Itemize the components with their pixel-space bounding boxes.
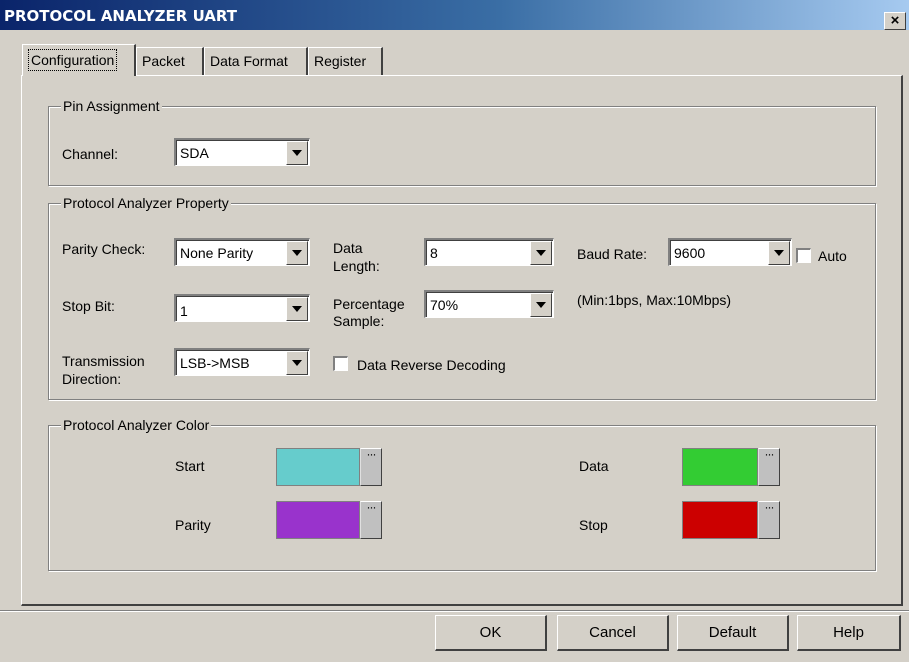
data-length-value: 8 bbox=[430, 245, 438, 261]
auto-checkbox[interactable] bbox=[796, 248, 811, 263]
data-color-swatch[interactable] bbox=[682, 448, 758, 486]
color-title: Protocol Analyzer Color bbox=[61, 417, 212, 433]
chevron-down-icon[interactable] bbox=[286, 297, 308, 321]
help-button[interactable]: Help bbox=[797, 615, 901, 651]
data-color-picker[interactable]: ··· bbox=[682, 448, 780, 486]
tab-configuration[interactable]: Configuration bbox=[22, 44, 136, 76]
footer-separator bbox=[0, 610, 909, 612]
percentage-sample-label-line2: Sample: bbox=[333, 313, 385, 329]
stop-color-label: Stop bbox=[579, 517, 608, 533]
stop-color-swatch[interactable] bbox=[682, 501, 758, 539]
stop-bit-value: 1 bbox=[180, 303, 188, 319]
chevron-down-icon[interactable] bbox=[530, 241, 552, 265]
baud-rate-select[interactable]: 9600 bbox=[668, 238, 792, 266]
parity-color-swatch[interactable] bbox=[276, 501, 360, 539]
pin-assignment-title: Pin Assignment bbox=[61, 98, 162, 114]
transmission-direction-label-line1: Transmission bbox=[62, 353, 145, 369]
color-group bbox=[48, 425, 876, 571]
baud-rate-value: 9600 bbox=[674, 245, 706, 261]
start-color-more-button[interactable]: ··· bbox=[360, 448, 382, 486]
transmission-direction-select[interactable]: LSB->MSB bbox=[174, 348, 310, 376]
close-icon: × bbox=[890, 12, 900, 29]
parity-check-value: None Parity bbox=[180, 245, 254, 261]
start-color-picker[interactable]: ··· bbox=[276, 448, 382, 486]
data-length-select[interactable]: 8 bbox=[424, 238, 554, 266]
data-color-more-button[interactable]: ··· bbox=[758, 448, 780, 486]
tab-data-format[interactable]: Data Format bbox=[204, 47, 308, 75]
channel-select[interactable]: SDA bbox=[174, 138, 310, 166]
stop-bit-select[interactable]: 1 bbox=[174, 294, 310, 322]
data-length-label-line1: Data bbox=[333, 240, 363, 256]
parity-color-label: Parity bbox=[175, 517, 211, 533]
chevron-down-icon[interactable] bbox=[768, 241, 790, 265]
data-reverse-checkbox[interactable] bbox=[333, 356, 348, 371]
chevron-down-icon[interactable] bbox=[530, 293, 552, 317]
channel-label: Channel: bbox=[62, 146, 119, 162]
parity-color-picker[interactable]: ··· bbox=[276, 501, 382, 539]
close-button[interactable]: × bbox=[884, 12, 906, 30]
stop-bit-label: Stop Bit: bbox=[62, 298, 115, 314]
chevron-down-icon[interactable] bbox=[286, 241, 308, 265]
transmission-direction-label-line2: Direction: bbox=[62, 371, 122, 387]
transmission-direction-value: LSB->MSB bbox=[180, 355, 250, 371]
chevron-down-icon[interactable] bbox=[286, 351, 308, 375]
parity-color-more-button[interactable]: ··· bbox=[360, 501, 382, 539]
parity-check-label: Parity Check: bbox=[62, 241, 146, 257]
tab-packet[interactable]: Packet bbox=[136, 47, 204, 75]
data-length-label-line2: Length: bbox=[333, 258, 380, 274]
percentage-sample-select[interactable]: 70% bbox=[424, 290, 554, 318]
percentage-sample-label-line1: Percentage bbox=[333, 296, 405, 312]
start-color-label: Start bbox=[175, 458, 205, 474]
chevron-down-icon[interactable] bbox=[286, 141, 308, 165]
percentage-sample-value: 70% bbox=[430, 297, 459, 313]
cancel-button[interactable]: Cancel bbox=[557, 615, 669, 651]
stop-color-picker[interactable]: ··· bbox=[682, 501, 780, 539]
start-color-swatch[interactable] bbox=[276, 448, 360, 486]
stop-color-more-button[interactable]: ··· bbox=[758, 501, 780, 539]
default-button[interactable]: Default bbox=[677, 615, 789, 651]
window-title: PROTOCOL ANALYZER UART bbox=[4, 7, 238, 25]
property-title: Protocol Analyzer Property bbox=[61, 195, 231, 211]
data-color-label: Data bbox=[579, 458, 609, 474]
baud-range-note: (Min:1bps, Max:10Mbps) bbox=[577, 292, 732, 308]
parity-check-select[interactable]: None Parity bbox=[174, 238, 310, 266]
baud-rate-label: Baud Rate: bbox=[577, 246, 648, 262]
ok-button[interactable]: OK bbox=[435, 615, 547, 651]
tab-register[interactable]: Register bbox=[308, 47, 383, 75]
data-reverse-label: Data Reverse Decoding bbox=[357, 357, 506, 373]
channel-value: SDA bbox=[180, 145, 209, 161]
auto-label: Auto bbox=[818, 248, 847, 264]
pin-assignment-group bbox=[48, 106, 876, 186]
